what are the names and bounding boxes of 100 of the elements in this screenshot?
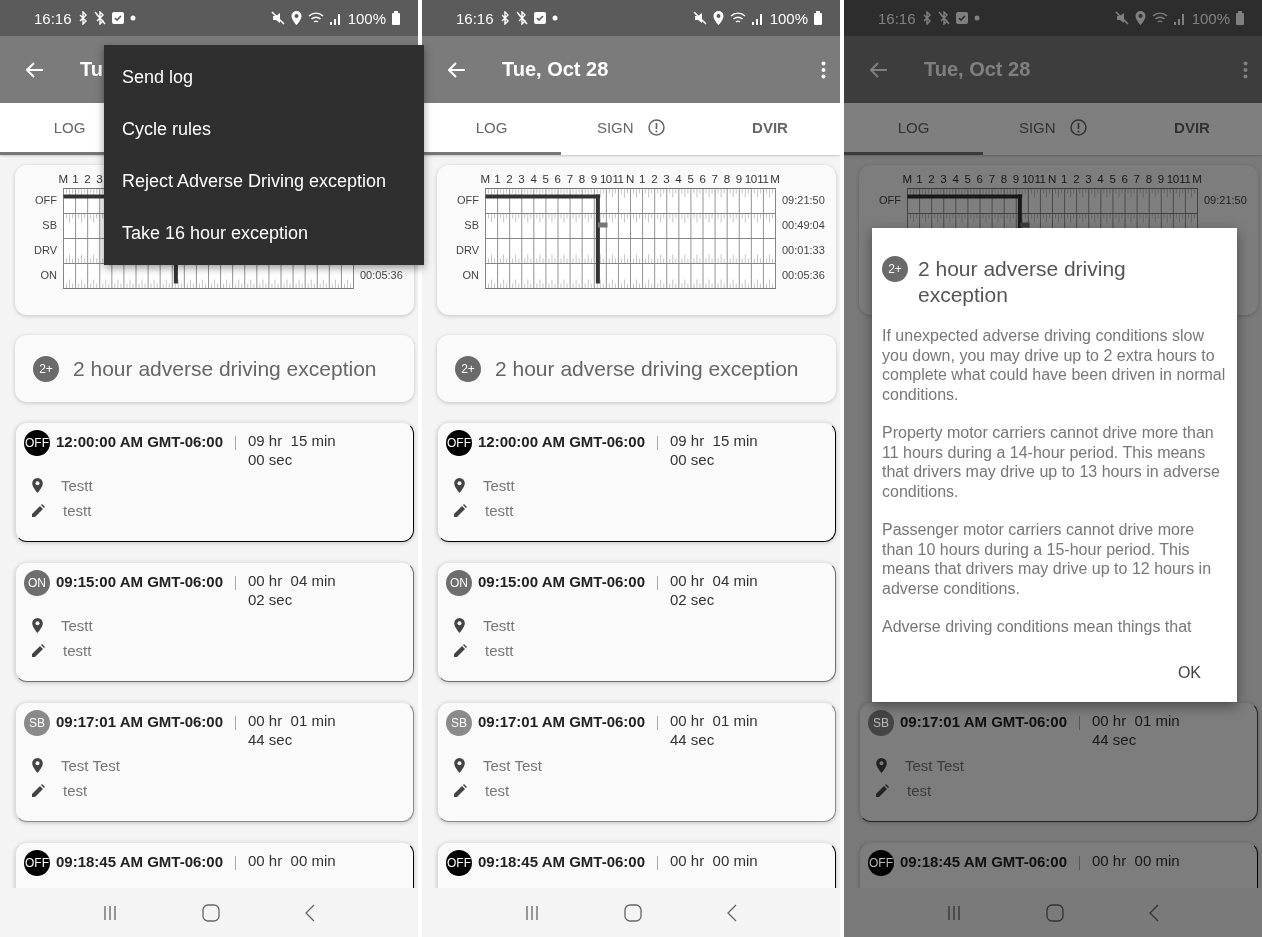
exception-card[interactable]: 2+ 2 hour adverse driving exception [437,335,836,402]
log-entry-card[interactable]: OFF 12:00:00 AM GMT-06:00 09 hr 15 min 00 sec Testt testt [15,422,414,542]
exception-label: 2 hour adverse driving exception [495,356,799,381]
entry-time: 09:17:01 AM GMT-06:00 [56,713,223,730]
hour-label: 10 [744,173,757,187]
menu-item[interactable]: Send log [104,51,424,103]
duty-row-label: SB [464,218,479,233]
location-pin-icon [454,478,465,493]
back-icon[interactable] [1149,903,1160,922]
duty-row-label: SB [42,218,57,233]
log-entry-card[interactable]: SB 09:17:01 AM GMT-06:00 00 hr 01 min 44 sec Test Test test [437,702,836,822]
dialog-paragraph: Adverse driving conditions mean things that [882,617,1193,637]
menu-item[interactable]: Reject Adverse Driving exception [104,155,424,207]
entry-location: Testt [483,477,515,494]
bluetooth-off-icon [937,11,950,25]
duty-line-segment [1019,222,1030,228]
back-arrow-icon[interactable] [26,61,44,78]
hour-label: 6 [975,173,984,187]
entry-duration: 00 hr 00 min [670,851,759,870]
hour-label: 3 [662,173,671,187]
recent-apps-icon[interactable] [102,904,117,921]
checkbox-icon [533,12,546,24]
tab[interactable]: DVIR [700,103,840,155]
hour-label: 7 [1132,173,1141,187]
hour-label: 8 [999,173,1008,187]
back-arrow-icon[interactable] [448,61,466,78]
hour-label: 7 [987,173,996,187]
pencil-icon [454,504,467,517]
hour-label: 4 [674,173,683,187]
ok-button[interactable]: OK [1151,655,1227,690]
hour-label: 3 [95,173,104,187]
more-menu-icon[interactable] [821,60,826,79]
dialog-paragraph: Passenger motor carriers cannot drive more than 10 hours during a 15-hour period. This means that drivers may drive up to 12 hours in adverse conditions. [882,520,1213,598]
menu-item[interactable]: Take 16 hour exception [104,207,424,259]
hour-label: 1 [638,173,646,187]
wifi-icon [729,11,746,25]
log-entry-card[interactable]: SB 09:17:01 AM GMT-06:00 00 hr 01 min 44 sec Test Test test [859,702,1258,822]
hour-label: 2 [650,173,659,187]
log-entry-card[interactable]: OFF 09:18:45 AM GMT-06:00 00 hr 00 min [859,842,1258,888]
dialog-paragraph: Property motor carriers cannot drive more than 11 hours during a 14-hour period. This means that drivers may drive up to 13 hours in adverse conditions. [882,423,1221,501]
log-entry-card[interactable]: ON 09:15:00 AM GMT-06:00 00 hr 04 min 02 sec Testt testt [437,562,836,682]
app-bar-title: Tue, Oct 28 [502,58,609,81]
exception-label: 2 hour adverse driving exception [73,356,377,381]
pencil-icon [32,784,45,797]
duty-time-reading: 00:01:33 [782,243,825,258]
entry-time: 09:18:45 AM GMT-06:00 [56,853,223,870]
signal-icon [329,11,342,25]
entry-location: Test Test [905,757,964,774]
hour-label: 5 [1108,173,1117,187]
hour-label: 9 [1011,173,1020,187]
hour-label: 7 [710,173,719,187]
hour-label: 4 [529,173,538,187]
hour-label: 4 [1096,173,1105,187]
status-badge: OFF [24,850,50,876]
dialog-paragraph: If unexpected adverse driving conditions slow you down, you may drive up to 2 extra hours to complete what could have been driven in normal conditions. [882,326,1227,404]
duty-time-reading: 00:05:36 [360,268,403,283]
hour-label: N [1047,173,1057,187]
log-entry-card[interactable]: OFF 09:18:45 AM GMT-06:00 00 hr 00 min [15,842,414,888]
status-badge: ON [446,570,472,596]
entry-time: 09:15:00 AM GMT-06:00 [56,573,223,590]
tab[interactable]: LOG [422,103,562,155]
log-entry-card[interactable]: ON 09:15:00 AM GMT-06:00 00 hr 04 min 02 sec Testt testt [15,562,414,682]
recent-apps-icon[interactable] [524,904,539,921]
entry-note: testt [485,502,514,519]
status-time: 16:16 [34,9,72,27]
home-icon[interactable] [624,903,642,922]
status-badge: ON [24,570,50,596]
tab[interactable]: SIGN [561,103,701,155]
hour-label: 8 [1144,173,1153,187]
hour-label: 3 [517,173,526,187]
duty-row-label: ON [462,268,479,283]
hour-label: 1 [71,173,80,187]
mute-icon [692,11,707,25]
back-icon[interactable] [305,903,316,922]
hour-label: 5 [686,173,695,187]
battery-icon [814,11,822,25]
duty-time-reading: 09:21:50 [782,193,825,208]
hour-label: 8 [722,173,731,187]
hour-label: M [769,173,781,187]
back-icon[interactable] [727,903,738,922]
status-time: 16:16 [456,9,494,27]
log-entry-card[interactable]: OFF 09:18:45 AM GMT-06:00 00 hr 00 min [437,842,836,888]
back-arrow-icon[interactable] [870,61,888,78]
exception-badge: 2+ [882,256,908,282]
home-icon[interactable] [1046,903,1064,922]
hour-label: M [479,173,491,187]
recent-apps-icon[interactable] [946,904,961,921]
exception-card[interactable]: 2+ 2 hour adverse driving exception [15,335,414,402]
more-menu-icon[interactable] [1243,60,1248,79]
log-entry-card[interactable]: SB 09:17:01 AM GMT-06:00 00 hr 01 min 44 sec Test Test test [15,702,414,822]
hour-label: 10 [599,173,612,187]
status-badge: SB [24,710,50,736]
hour-label: 1 [915,173,924,187]
duty-row-label: ON [40,268,57,283]
bluetooth-off-icon [93,11,106,25]
battery-percent: 100% [1191,9,1230,27]
home-icon[interactable] [202,903,220,922]
bluetooth-icon [921,11,932,25]
log-entry-card[interactable]: OFF 12:00:00 AM GMT-06:00 09 hr 15 min 00 sec Testt testt [437,422,836,542]
hour-label: 2 [83,173,92,187]
